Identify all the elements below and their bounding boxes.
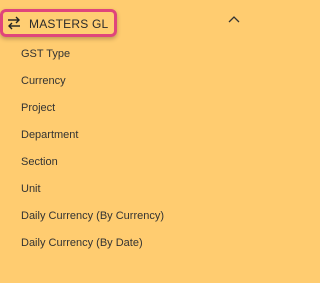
menu-item-section[interactable]: Section xyxy=(0,149,247,176)
masters-gl-header[interactable]: MASTERS GL xyxy=(0,9,117,37)
menu-item-project[interactable]: Project xyxy=(0,95,247,122)
menu-item-gst-type[interactable]: GST Type xyxy=(0,41,247,68)
swap-arrows-icon xyxy=(8,16,20,30)
menu-item-currency[interactable]: Currency xyxy=(0,68,247,95)
menu-item-department[interactable]: Department xyxy=(0,122,247,149)
masters-gl-menu: GST Type Currency Project Department Sec… xyxy=(0,41,247,257)
menu-item-daily-currency-by-date[interactable]: Daily Currency (By Date) xyxy=(0,230,247,257)
chevron-up-icon[interactable] xyxy=(228,15,240,23)
menu-item-daily-currency-by-currency[interactable]: Daily Currency (By Currency) xyxy=(0,203,247,230)
menu-item-unit[interactable]: Unit xyxy=(0,176,247,203)
masters-gl-title: MASTERS GL xyxy=(29,17,109,31)
